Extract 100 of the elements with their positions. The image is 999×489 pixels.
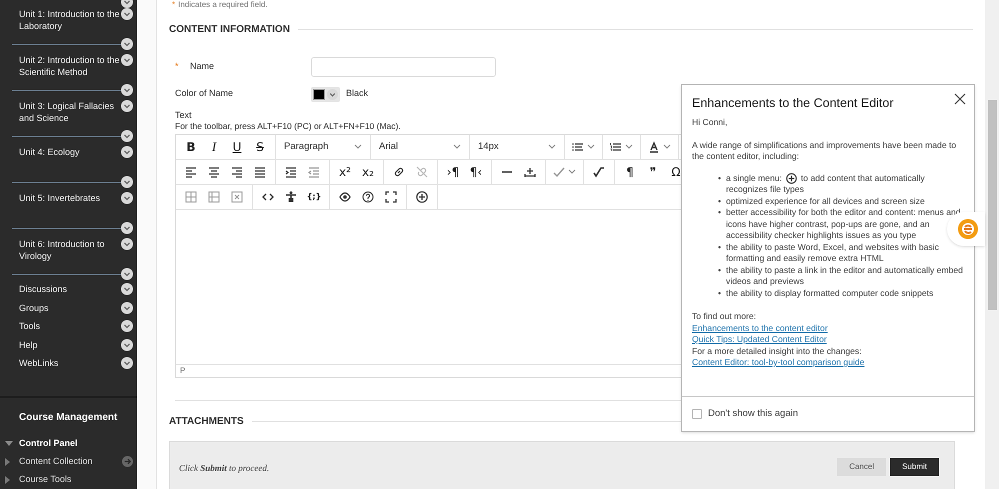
bullet-mark: •	[718, 207, 722, 219]
section-heading: ATTACHMENTS	[169, 415, 244, 429]
collapsed-triangle-icon[interactable]	[5, 458, 11, 466]
style-dropdown[interactable]: Paragraph	[280, 137, 366, 157]
menu-item[interactable]: Course Tools	[19, 473, 133, 487]
menu-item[interactable]: Discussions	[19, 283, 68, 296]
chevron-circle-icon[interactable]	[121, 84, 133, 96]
field-label: Name	[190, 60, 214, 74]
align-right-icon	[231, 166, 243, 178]
dialog-title: Enhancements to the Content Editor	[692, 95, 894, 111]
toolbar-button[interactable]: I	[203, 137, 225, 157]
submit-hint: Click Submit to proceed.	[179, 462, 270, 475]
chevron-circle-icon[interactable]	[121, 222, 133, 234]
insert-icon	[524, 166, 536, 178]
bullet-text: optimized experience for all devices and screen size	[726, 196, 925, 207]
link[interactable]: Content Editor: tool-by-tool comparison guide	[692, 357, 864, 368]
menu-item[interactable]: Unit 1: Introduction to the Laboratory	[19, 8, 121, 32]
chevron-circle-icon[interactable]	[121, 320, 133, 332]
logo-icon	[957, 218, 979, 240]
menu-item[interactable]: Unit 6: Introduction to Virology	[19, 238, 121, 262]
color-name: Black	[346, 87, 368, 100]
collapsed-triangle-icon[interactable]	[5, 476, 11, 484]
chevron-circle-icon[interactable]	[121, 238, 133, 250]
menu-item[interactable]: Groups	[19, 302, 49, 314]
submit-button[interactable]: Submit	[890, 458, 939, 476]
toolbar-button[interactable]: U	[226, 137, 248, 157]
style-dropdown[interactable]: 14px	[474, 137, 560, 157]
chevron-circle-icon[interactable]	[121, 146, 133, 158]
toolbar-button[interactable]: ¶‹	[465, 162, 487, 182]
chevron-circle-icon[interactable]	[121, 130, 133, 142]
chevron-circle-icon[interactable]	[121, 176, 133, 188]
menu-item[interactable]: Content Collection	[19, 455, 122, 469]
menu-item[interactable]: Unit 4: Ecology	[19, 146, 80, 158]
info-text: For a more detailed insight into the changes:	[692, 346, 863, 357]
menu-item[interactable]: Unit 2: Introduction to the Scientific Method	[19, 54, 121, 78]
checkbox-label: Don't show this again	[708, 406, 798, 421]
menu-item[interactable]: Unit 5: Invertebrates	[19, 192, 100, 204]
bullet-mark: •	[718, 242, 722, 254]
toolbar-button[interactable]: Ω	[665, 162, 687, 182]
bullet-mark: •	[718, 264, 722, 276]
toolbar-button[interactable]: ›¶	[442, 162, 464, 182]
bullet-list-icon	[572, 141, 584, 153]
checkbox[interactable]	[692, 409, 702, 419]
toolbar-button[interactable]: ❞	[642, 162, 664, 182]
required-field-note: Indicates a required field.	[178, 0, 268, 9]
toolbar-button[interactable]: {;}	[303, 187, 325, 207]
element-path: P	[180, 366, 186, 375]
link[interactable]: Quick Tips: Updated Content Editor	[692, 334, 827, 346]
toolbar-button[interactable]: x²	[334, 162, 356, 182]
caret-icon	[663, 144, 671, 150]
color-picker[interactable]	[311, 86, 340, 102]
expanded-triangle-icon[interactable]	[5, 440, 13, 447]
menu-item[interactable]: WebLinks	[19, 357, 58, 370]
numbered-list-icon	[610, 141, 622, 153]
menu-item[interactable]: Unit 3: Logical Fallacies and Science	[19, 100, 121, 124]
menu-item[interactable]: Tools	[19, 320, 40, 332]
link[interactable]: Enhancements to the content editor	[692, 322, 828, 334]
caret-icon	[548, 144, 556, 150]
toolbar-button[interactable]: S	[249, 137, 271, 157]
arrow-circle-icon[interactable]	[122, 456, 133, 468]
indent-icon	[285, 166, 297, 178]
toolbar-hint: For the toolbar, press ALT+F10 (PC) or ALT+FN+F10 (Mac).	[175, 121, 401, 132]
chevron-circle-icon[interactable]	[121, 283, 133, 296]
chevron-circle-icon[interactable]	[121, 192, 133, 204]
section-heading: Course Management	[18, 410, 118, 425]
chevron-circle-icon[interactable]	[121, 268, 133, 280]
code-icon	[262, 191, 274, 203]
name-field[interactable]	[311, 57, 496, 77]
section-heading: CONTENT INFORMATION	[169, 23, 290, 37]
plus-circle-icon	[786, 172, 797, 184]
style-dropdown[interactable]: Arial	[375, 137, 465, 157]
menu-item[interactable]: Control Panel	[19, 437, 133, 451]
table-icon	[208, 191, 220, 203]
help-icon	[362, 191, 374, 203]
link-icon	[393, 166, 405, 178]
chevron-circle-icon[interactable]	[121, 338, 133, 351]
cancel-button[interactable]: Cancel	[837, 458, 886, 476]
menu-item[interactable]: Help	[19, 338, 38, 351]
outdent-icon	[308, 166, 320, 178]
chevron-circle-icon[interactable]	[121, 302, 133, 314]
toolbar-button[interactable]: ¶	[619, 162, 641, 182]
chevron-circle-icon[interactable]	[121, 100, 133, 112]
fullscreen-icon	[385, 191, 397, 203]
toolbar-button[interactable]: B	[180, 137, 202, 157]
chevron-circle-icon	[327, 88, 338, 100]
close-icon[interactable]	[954, 93, 966, 105]
caret-icon	[354, 144, 362, 150]
chevron-circle-icon[interactable]	[121, 8, 133, 20]
chevron-circle-icon[interactable]	[121, 357, 133, 370]
scrollbar[interactable]	[985, 0, 999, 489]
color-swatch	[313, 88, 325, 100]
caret-icon	[568, 169, 576, 175]
chevron-circle-icon[interactable]	[121, 54, 133, 66]
caret-icon	[453, 144, 461, 150]
info-text: To find out more:	[692, 311, 758, 322]
toolbar-button[interactable]: x₂	[357, 162, 379, 182]
chevron-circle-icon[interactable]	[121, 38, 133, 50]
bullet-mark: •	[718, 196, 722, 207]
plus-circle-icon	[416, 191, 428, 203]
scrollbar-thumb[interactable]	[988, 100, 997, 310]
